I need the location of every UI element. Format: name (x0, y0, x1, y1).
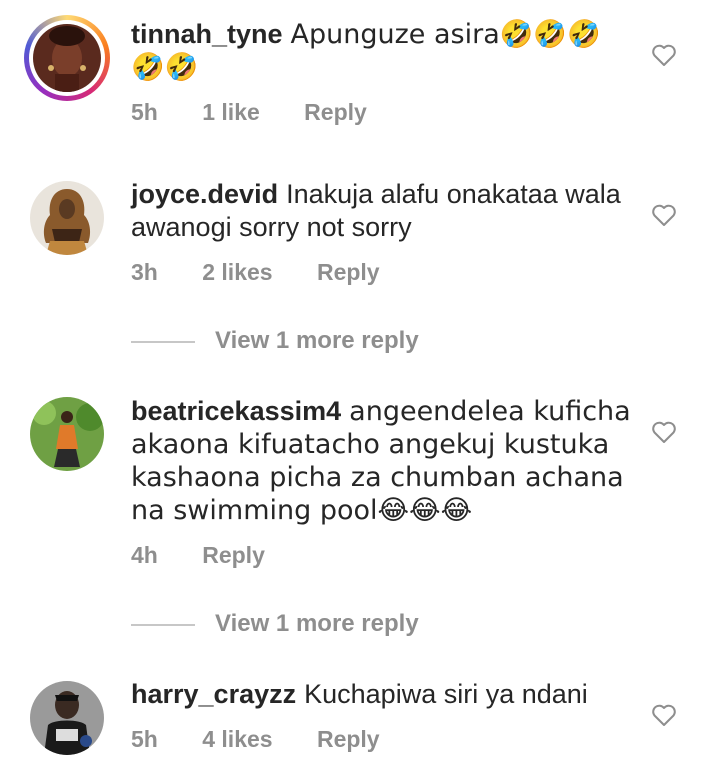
reply-button[interactable]: Reply (202, 542, 265, 568)
comment-username[interactable]: tinnah_tyne (131, 19, 283, 49)
comment-meta: 5h 1 like Reply (131, 99, 405, 126)
divider-line (131, 623, 195, 626)
comment-username[interactable]: joyce.devid (131, 179, 278, 209)
comment-time: 5h (131, 726, 158, 752)
heart-outline-icon[interactable] (651, 203, 677, 227)
reply-button[interactable]: Reply (304, 99, 367, 125)
avatar[interactable] (30, 681, 104, 755)
comment-username[interactable]: harry_crayzz (131, 679, 296, 709)
comment-text-block: beatricekassim4 angeendelea kuficha akaon… (131, 395, 631, 527)
comment-meta: 4h Reply (131, 542, 303, 569)
divider-line (131, 340, 195, 343)
heart-outline-icon[interactable] (651, 420, 677, 444)
comment-likes[interactable]: 4 likes (202, 726, 272, 752)
avatar[interactable] (30, 181, 104, 255)
heart-outline-icon[interactable] (651, 703, 677, 727)
view-more-label[interactable]: View 1 more reply (215, 610, 419, 637)
view-more-replies[interactable]: View 1 more reply (131, 327, 531, 355)
comment-time: 4h (131, 542, 158, 568)
comment-username[interactable]: beatricekassim4 (131, 396, 341, 426)
comment-text-block: harry_crayzz Kuchapiwa siri ya ndani (131, 678, 631, 711)
avatar[interactable] (30, 397, 104, 471)
comment-text-block: tinnah_tyne Apunguze asira🤣🤣🤣🤣🤣 (131, 18, 631, 84)
heart-outline-icon[interactable] (651, 43, 677, 67)
reply-button[interactable]: Reply (317, 259, 380, 285)
comment-meta: 5h 4 likes Reply (131, 726, 418, 753)
comment-time: 3h (131, 259, 158, 285)
comment-likes[interactable]: 1 like (202, 99, 260, 125)
comment-meta: 3h 2 likes Reply (131, 259, 418, 286)
view-more-replies[interactable]: View 1 more reply (131, 610, 531, 638)
avatar[interactable] (24, 15, 110, 101)
reply-button[interactable]: Reply (317, 726, 380, 752)
comment-text-block: joyce.devid Inakuja alafu onakataa wala a… (131, 178, 631, 244)
comment-body: Kuchapiwa siri ya ndani (304, 679, 588, 709)
comment-likes[interactable]: 2 likes (202, 259, 272, 285)
view-more-label[interactable]: View 1 more reply (215, 327, 419, 354)
comment-time: 5h (131, 99, 158, 125)
